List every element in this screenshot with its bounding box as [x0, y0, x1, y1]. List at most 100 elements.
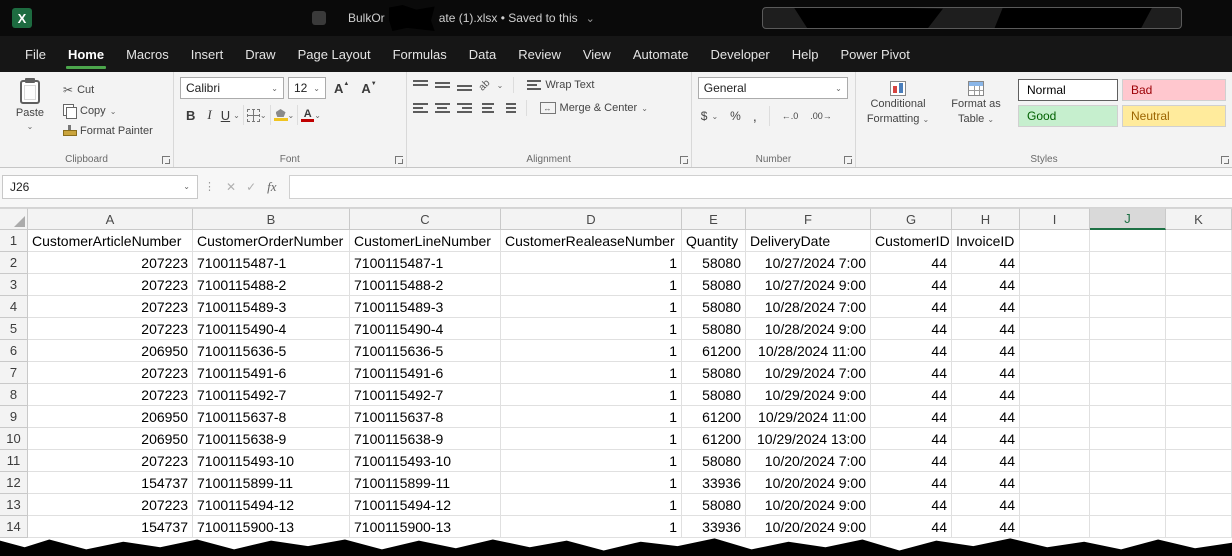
- cell-E9[interactable]: 61200: [682, 406, 746, 428]
- cell-H13[interactable]: 44: [952, 494, 1020, 516]
- row-header-2[interactable]: 2: [0, 252, 28, 274]
- cell-B2[interactable]: 7100115487-1: [193, 252, 350, 274]
- cell-A12[interactable]: 154737: [28, 472, 193, 494]
- font-color-icon[interactable]: A: [301, 109, 314, 122]
- cell-E7[interactable]: 58080: [682, 362, 746, 384]
- cell-K13[interactable]: [1166, 494, 1232, 516]
- increase-font-button[interactable]: A▲: [330, 80, 353, 97]
- menu-tab-review[interactable]: Review: [507, 36, 572, 72]
- cell-J8[interactable]: [1090, 384, 1166, 406]
- cell-F10[interactable]: 10/29/2024 13:00: [746, 428, 871, 450]
- row-header-13[interactable]: 13: [0, 494, 28, 516]
- chevron-down-icon[interactable]: ⌄: [233, 111, 240, 120]
- cell-F7[interactable]: 10/29/2024 7:00: [746, 362, 871, 384]
- chevron-down-icon[interactable]: ⌄: [260, 111, 267, 120]
- cell-G10[interactable]: 44: [871, 428, 952, 450]
- row-header-11[interactable]: 11: [0, 450, 28, 472]
- cell-J6[interactable]: [1090, 340, 1166, 362]
- cell-D14[interactable]: 1: [501, 516, 682, 538]
- menu-tab-power-pivot[interactable]: Power Pivot: [829, 36, 920, 72]
- cell-J5[interactable]: [1090, 318, 1166, 340]
- cell-K7[interactable]: [1166, 362, 1232, 384]
- row-header-8[interactable]: 8: [0, 384, 28, 406]
- cell-G8[interactable]: 44: [871, 384, 952, 406]
- cell-B1[interactable]: CustomerOrderNumber: [193, 230, 350, 252]
- formula-bar-handle[interactable]: ⋮: [198, 180, 221, 193]
- cell-C12[interactable]: 7100115899-11: [350, 472, 501, 494]
- cell-H11[interactable]: 44: [952, 450, 1020, 472]
- cell-H14[interactable]: 44: [952, 516, 1020, 538]
- col-header-H[interactable]: H: [952, 208, 1020, 230]
- row-header-1[interactable]: 1: [0, 230, 28, 252]
- cell-G2[interactable]: 44: [871, 252, 952, 274]
- dialog-launcher-icon[interactable]: [1221, 156, 1229, 164]
- cell-G12[interactable]: 44: [871, 472, 952, 494]
- cell-C9[interactable]: 7100115637-8: [350, 406, 501, 428]
- col-header-C[interactable]: C: [350, 208, 501, 230]
- cell-D4[interactable]: 1: [501, 296, 682, 318]
- menu-tab-home[interactable]: Home: [57, 36, 115, 72]
- cell-K10[interactable]: [1166, 428, 1232, 450]
- number-format-select[interactable]: General ⌄: [698, 77, 848, 99]
- cell-C1[interactable]: CustomerLineNumber: [350, 230, 501, 252]
- cell-A4[interactable]: 207223: [28, 296, 193, 318]
- menu-tab-macros[interactable]: Macros: [115, 36, 180, 72]
- cell-H10[interactable]: 44: [952, 428, 1020, 450]
- cell-I3[interactable]: [1020, 274, 1090, 296]
- enter-icon[interactable]: ✓: [241, 180, 261, 194]
- decrease-font-button[interactable]: A▼: [357, 80, 380, 97]
- cell-B7[interactable]: 7100115491-6: [193, 362, 350, 384]
- cell-H8[interactable]: 44: [952, 384, 1020, 406]
- decrease-indent-icon[interactable]: [479, 103, 494, 113]
- select-all-corner[interactable]: [0, 208, 28, 230]
- col-header-F[interactable]: F: [746, 208, 871, 230]
- row-header-3[interactable]: 3: [0, 274, 28, 296]
- cell-J7[interactable]: [1090, 362, 1166, 384]
- cell-F5[interactable]: 10/28/2024 9:00: [746, 318, 871, 340]
- cell-E10[interactable]: 61200: [682, 428, 746, 450]
- style-neutral[interactable]: Neutral: [1122, 105, 1226, 127]
- borders-icon[interactable]: [247, 109, 260, 122]
- row-header-7[interactable]: 7: [0, 362, 28, 384]
- col-header-B[interactable]: B: [193, 208, 350, 230]
- percent-style-button[interactable]: %: [727, 107, 744, 125]
- comma-style-button[interactable]: ,: [750, 106, 760, 126]
- cell-E1[interactable]: Quantity: [682, 230, 746, 252]
- cell-F11[interactable]: 10/20/2024 7:00: [746, 450, 871, 472]
- col-header-I[interactable]: I: [1020, 208, 1090, 230]
- format-as-table-button[interactable]: Format as Table ⌄: [940, 77, 1012, 126]
- cell-C6[interactable]: 7100115636-5: [350, 340, 501, 362]
- cell-B5[interactable]: 7100115490-4: [193, 318, 350, 340]
- cell-A14[interactable]: 154737: [28, 516, 193, 538]
- cell-D6[interactable]: 1: [501, 340, 682, 362]
- cell-A11[interactable]: 207223: [28, 450, 193, 472]
- menu-tab-help[interactable]: Help: [781, 36, 830, 72]
- cell-I13[interactable]: [1020, 494, 1090, 516]
- cell-F6[interactable]: 10/28/2024 11:00: [746, 340, 871, 362]
- search-box[interactable]: [762, 7, 1182, 29]
- menu-tab-automate[interactable]: Automate: [622, 36, 700, 72]
- cancel-icon[interactable]: ✕: [221, 180, 241, 194]
- col-header-J[interactable]: J: [1090, 208, 1166, 230]
- menu-tab-file[interactable]: File: [14, 36, 57, 72]
- align-center-icon[interactable]: [435, 103, 450, 113]
- cell-D2[interactable]: 1: [501, 252, 682, 274]
- menu-tab-insert[interactable]: Insert: [180, 36, 235, 72]
- dialog-launcher-icon[interactable]: [162, 156, 170, 164]
- cell-I10[interactable]: [1020, 428, 1090, 450]
- cell-E2[interactable]: 58080: [682, 252, 746, 274]
- cell-A10[interactable]: 206950: [28, 428, 193, 450]
- cell-E13[interactable]: 58080: [682, 494, 746, 516]
- cell-K3[interactable]: [1166, 274, 1232, 296]
- cell-I5[interactable]: [1020, 318, 1090, 340]
- decrease-decimal-button[interactable]: .00→: [807, 109, 835, 123]
- col-header-A[interactable]: A: [28, 208, 193, 230]
- menu-tab-view[interactable]: View: [572, 36, 622, 72]
- chevron-down-icon[interactable]: ⌄: [288, 111, 295, 120]
- insert-function-icon[interactable]: fx: [261, 179, 282, 195]
- style-good[interactable]: Good: [1018, 105, 1118, 127]
- cell-A5[interactable]: 207223: [28, 318, 193, 340]
- cell-H12[interactable]: 44: [952, 472, 1020, 494]
- cell-A9[interactable]: 206950: [28, 406, 193, 428]
- cell-F13[interactable]: 10/20/2024 9:00: [746, 494, 871, 516]
